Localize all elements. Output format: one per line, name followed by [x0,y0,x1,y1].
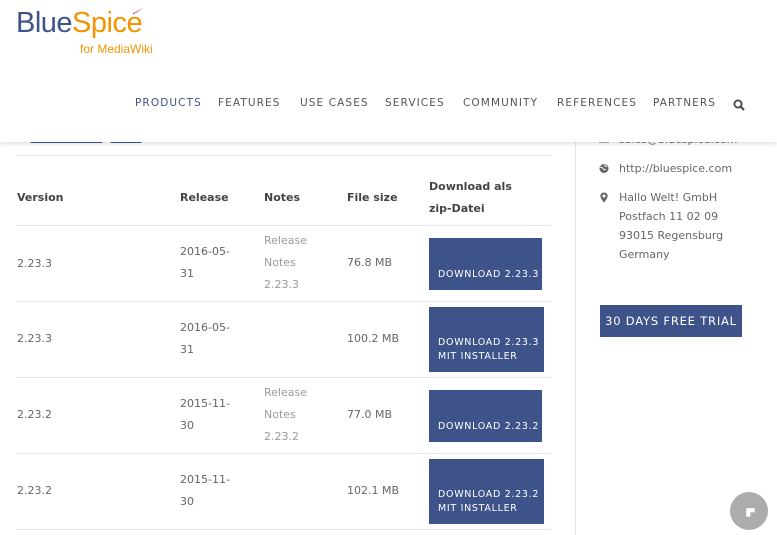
nav-item-community[interactable]: COMMUNITY [463,97,538,109]
table-top-border [16,155,551,156]
download-button-label: MIT INSTALLER [438,503,518,514]
address-line: Germany [619,248,670,261]
cell-release: 30 [180,495,194,508]
release-notes-link[interactable]: Notes [264,252,296,274]
download-button-label: DOWNLOAD 2.23.2 [438,489,540,500]
nav-item-services[interactable]: SERVICES [385,97,445,109]
globe-icon [599,164,609,173]
release-notes-link[interactable]: Notes [264,404,296,426]
cell-file-size: 76.8 MB [347,256,393,269]
address-line: Hallo Welt! GmbH [619,191,718,204]
main-navigation: PRODUCTS FEATURES USE CASES SERVICES COM… [0,97,777,113]
cell-release: 2016-05- [180,245,230,258]
cell-release: 2016-05- [180,321,230,334]
logo-swoosh-icon [133,7,143,14]
release-notes-link[interactable]: Release [264,230,307,252]
cell-release: 2015-11- [180,473,230,486]
header-download-line1: Download als [429,180,512,193]
chevron-up-icon [746,508,755,517]
row-divider [16,453,551,454]
bluespice-logo[interactable]: BlueSpice for MediaWiki [16,4,166,60]
header-file-size: File size [347,191,398,204]
row-divider [16,301,551,302]
cell-version: 2.23.3 [17,257,52,270]
cell-file-size: 102.1 MB [347,484,400,497]
nav-item-references[interactable]: REFERENCES [557,97,637,109]
download-button-label: DOWNLOAD 2.23.3 [438,337,540,348]
cell-release: 2015-11- [180,397,230,410]
download-button-label: DOWNLOAD 2.23.3 [438,269,540,280]
download-installer-button[interactable]: DOWNLOAD 2.23.3 MIT INSTALLER [429,307,544,372]
nav-item-features[interactable]: FEATURES [218,97,281,109]
scroll-to-top-button[interactable] [730,492,768,530]
row-divider [16,377,551,378]
nav-item-use-cases[interactable]: USE CASES [300,97,369,109]
cell-file-size: 100.2 MB [347,332,400,345]
cell-release: 31 [180,343,194,356]
address-line: 93015 Regensburg [619,229,724,242]
nav-item-products[interactable]: PRODUCTS [135,97,202,109]
cell-version: 2.23.3 [17,332,52,345]
download-button[interactable]: DOWNLOAD 2.23.2 [429,390,542,442]
download-button-label: DOWNLOAD 2.23.2 [438,421,540,432]
cell-release: 30 [180,419,194,432]
logo-wordmark: BlueSpice [16,7,143,39]
cell-file-size: 77.0 MB [347,408,393,421]
search-icon[interactable] [733,99,745,111]
release-notes-link[interactable]: 2.23.2 [264,426,299,448]
logo-subtitle: for MediaWiki [80,42,153,56]
cell-version: 2.23.2 [17,408,52,421]
column-divider [575,142,576,535]
release-notes-link[interactable]: Release [264,382,307,404]
cell-release: 31 [180,267,194,280]
header-version: Version [17,191,64,204]
header-release: Release [180,191,229,204]
download-installer-button[interactable]: DOWNLOAD 2.23.2 MIT INSTALLER [429,459,544,524]
header-notes: Notes [264,191,301,204]
map-marker-icon [600,192,608,203]
address-line: Postfach 11 02 09 [619,210,719,223]
site-header: BlueSpice for MediaWiki PRODUCTS FEATURE… [0,0,777,142]
header-download-line2: zip-Datei [429,202,485,215]
download-button-label: MIT INSTALLER [438,351,518,362]
release-notes-link[interactable]: 2.23.3 [264,274,299,296]
nav-item-partners[interactable]: PARTNERS [653,97,716,109]
download-button[interactable]: DOWNLOAD 2.23.3 [429,238,542,290]
row-divider [16,529,551,530]
website-link[interactable]: http://bluespice.com [619,159,732,178]
free-trial-button[interactable]: 30 DAYS FREE TRIAL [600,305,742,337]
cell-version: 2.23.2 [17,484,52,497]
row-divider [16,225,551,226]
